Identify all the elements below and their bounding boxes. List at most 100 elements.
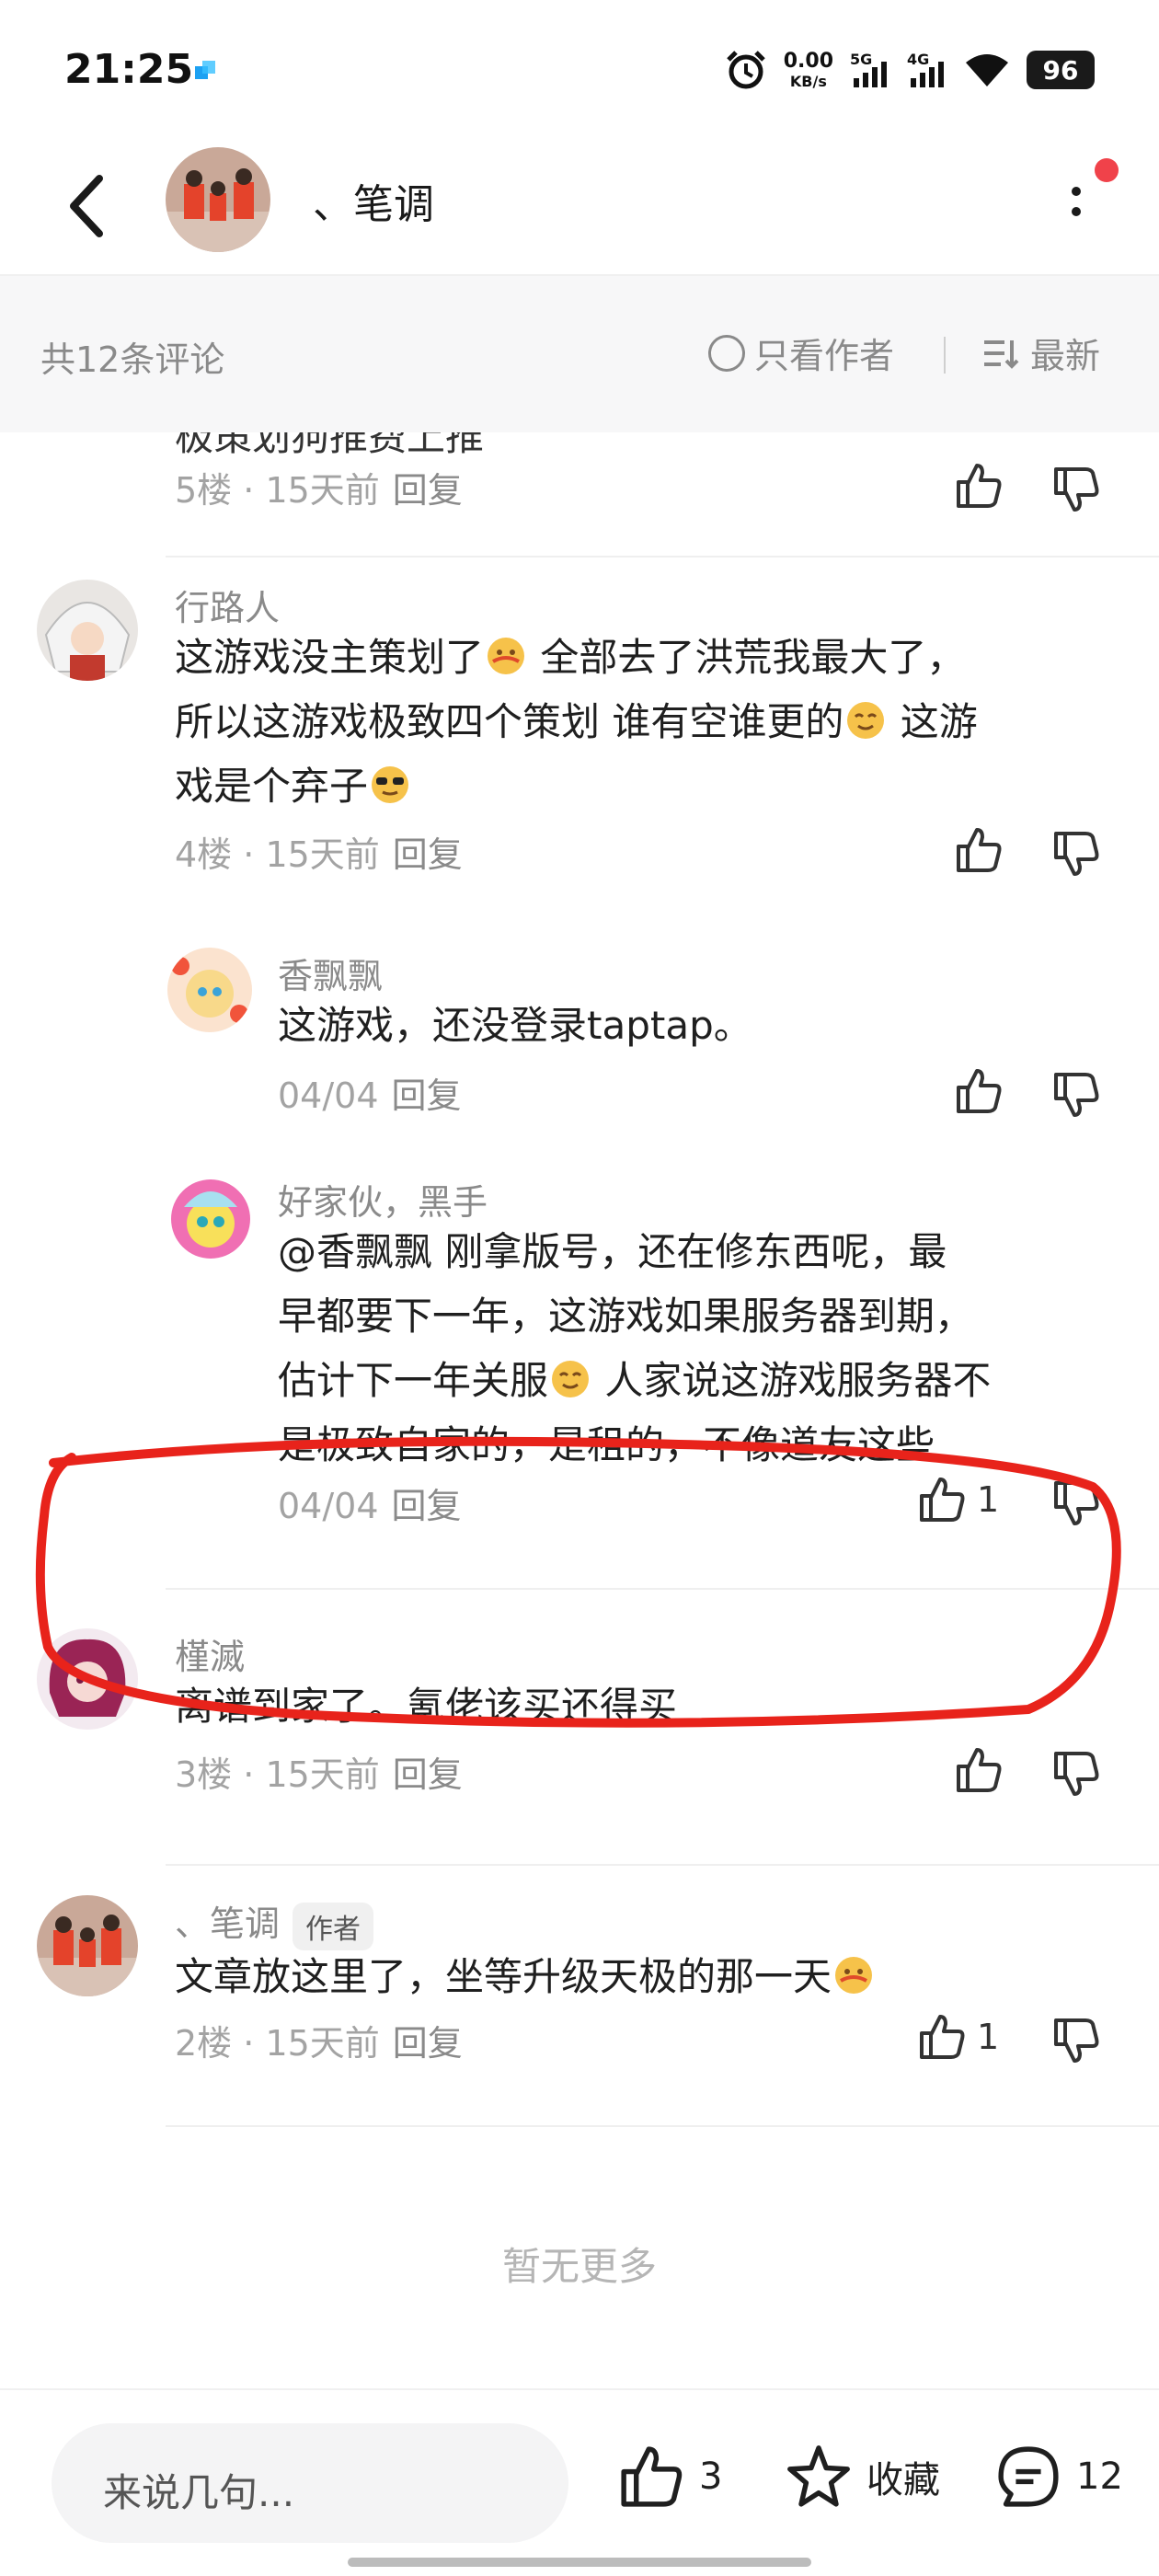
comment-item: 、笔调 作者 文章放这里了，坐等升级天极的那一天 2楼 · 15天前 回复 1 bbox=[0, 1895, 1159, 2107]
divider bbox=[166, 2125, 1159, 2127]
comment-text: 文章放这里了，坐等升级天极的那一天 bbox=[175, 1945, 1113, 2009]
comment-text-part: @香飘飘 刚拿版号，还在修东西呢，最 bbox=[278, 1229, 947, 1274]
comment-text: 这游戏没主策划了 全部去了洪荒我最大了， 所以这游戏极致四个策划 谁有空谁更的 … bbox=[175, 626, 1113, 819]
username[interactable]: 好家伙，黑手 bbox=[278, 1174, 488, 1225]
floor-label: 5楼 bbox=[175, 470, 233, 511]
dislike-icon[interactable] bbox=[1050, 2015, 1102, 2066]
reply-button[interactable]: 回复 bbox=[393, 834, 463, 875]
net-speed-unit: KB/s bbox=[789, 72, 827, 90]
divider bbox=[166, 556, 1159, 558]
like-count: 1 bbox=[977, 2017, 1000, 2057]
emoji-icon bbox=[835, 1957, 873, 1994]
divider bbox=[944, 337, 946, 374]
reply-button[interactable]: 回复 bbox=[393, 2023, 463, 2064]
username[interactable]: 香飘飘 bbox=[278, 948, 383, 998]
favorite-button[interactable]: 收藏 bbox=[784, 2442, 940, 2512]
signal-5g-icon: 5G bbox=[850, 51, 890, 89]
comment-meta: 04/04 回复 bbox=[278, 1067, 462, 1118]
divider bbox=[166, 1864, 1159, 1866]
author-name[interactable]: 、笔调 bbox=[175, 1903, 280, 1944]
user-avatar[interactable] bbox=[171, 1179, 250, 1259]
like-count: 3 bbox=[699, 2455, 723, 2498]
like-icon[interactable] bbox=[953, 1065, 1004, 1117]
status-time: 21:25 bbox=[64, 46, 194, 93]
comment-count: 12 bbox=[1076, 2455, 1123, 2498]
like-button[interactable]: 1 bbox=[916, 2011, 999, 2063]
comment-text-part: 估计下一年关服 bbox=[278, 1358, 549, 1403]
comment-meta: 4楼 · 15天前 回复 bbox=[175, 834, 463, 875]
comment-text-part: 这游戏没主策划了 bbox=[175, 635, 485, 680]
header-avatar[interactable] bbox=[166, 147, 270, 252]
username[interactable]: 行路人 bbox=[175, 580, 280, 630]
like-post-button[interactable]: 3 bbox=[616, 2442, 722, 2512]
favorite-label: 收藏 bbox=[866, 2459, 940, 2501]
floor-label: 4楼 bbox=[175, 834, 233, 875]
sort-label: 最新 bbox=[1030, 336, 1101, 376]
alarm-icon bbox=[726, 51, 765, 89]
like-icon[interactable] bbox=[953, 824, 1004, 876]
comment-text-part: 全部去了洪荒我最大了， bbox=[528, 635, 966, 680]
time-label: 15天前 bbox=[265, 834, 380, 875]
floor-label: 2楼 bbox=[175, 2023, 233, 2064]
time-label: 15天前 bbox=[265, 2023, 380, 2064]
author-only-label: 只看作者 bbox=[754, 336, 895, 376]
time-label: 04/04 bbox=[278, 1075, 379, 1116]
comment-text-part: 早都要下一年，这游戏如果服务器到期， bbox=[278, 1294, 974, 1339]
emoji-icon bbox=[488, 638, 525, 674]
comment-input-placeholder: 来说几句... bbox=[103, 2470, 295, 2515]
net-speed-value: 0.00 bbox=[783, 49, 833, 73]
comment-meta: 5楼 · 15天前 回复 bbox=[175, 470, 463, 511]
comment-text-part: 所以这游戏极致四个策划 谁有空谁更的 bbox=[175, 699, 844, 744]
user-avatar[interactable] bbox=[167, 948, 252, 1032]
comment-summary-bar: 共12条评论 只看作者 最新 bbox=[0, 276, 1159, 432]
notification-dot bbox=[1095, 158, 1119, 182]
wifi-icon bbox=[966, 54, 1008, 86]
bottom-action-bar: 来说几句... 3 收藏 12 bbox=[0, 2388, 1159, 2576]
comment-count: 共12条评论 bbox=[40, 339, 225, 380]
page-title: 、笔调 bbox=[313, 181, 434, 228]
app-notification-icon bbox=[195, 61, 215, 79]
comment-item: 极策划狗推费上推 5楼 · 15天前 回复 bbox=[0, 432, 1159, 561]
status-bar: 21:25 0.00 KB/s 5G 4G 96 bbox=[0, 0, 1159, 138]
red-highlight-annotation bbox=[35, 1436, 1121, 1728]
dislike-icon[interactable] bbox=[1050, 464, 1102, 515]
sort-icon bbox=[984, 339, 1019, 369]
like-icon[interactable] bbox=[953, 1744, 1004, 1796]
comment-input[interactable]: 来说几句... bbox=[52, 2423, 568, 2543]
time-label: 15天前 bbox=[265, 470, 380, 511]
more-options-icon[interactable] bbox=[1058, 175, 1095, 230]
emoji-icon bbox=[847, 702, 885, 739]
reply-button[interactable]: 回复 bbox=[393, 470, 463, 511]
floor-label: 3楼 bbox=[175, 1754, 233, 1795]
sub-reply-item: 香飘飘 这游戏，还没登录taptap。 04/04 回复 bbox=[0, 948, 1159, 1132]
username: 、笔调 作者 bbox=[175, 1895, 374, 1950]
back-icon[interactable] bbox=[61, 169, 116, 243]
reply-button[interactable]: 回复 bbox=[392, 1075, 462, 1116]
author-badge: 作者 bbox=[293, 1902, 374, 1950]
comment-text-part: 文章放这里了，坐等升级天极的那一天 bbox=[175, 1954, 832, 1999]
comment-text-part: 这游 bbox=[888, 699, 978, 744]
comment-text-part: 戏是个弃子 bbox=[175, 764, 369, 809]
dislike-icon[interactable] bbox=[1050, 1069, 1102, 1121]
radio-icon bbox=[708, 334, 745, 372]
dislike-icon[interactable] bbox=[1050, 1748, 1102, 1800]
dislike-icon[interactable] bbox=[1050, 828, 1102, 880]
comment-text-part: 人家说这游戏服务器不 bbox=[592, 1358, 992, 1403]
user-avatar[interactable] bbox=[37, 580, 138, 681]
like-icon bbox=[621, 2446, 683, 2507]
sunglasses-emoji-icon bbox=[372, 766, 409, 803]
comment-meta: 3楼 · 15天前 回复 bbox=[175, 1754, 463, 1795]
network-speed: 0.00 KB/s bbox=[783, 49, 833, 90]
comments-button[interactable]: 12 bbox=[993, 2442, 1123, 2512]
comment-bubble-icon bbox=[998, 2446, 1059, 2507]
status-icons: 0.00 KB/s 5G 4G 96 bbox=[725, 46, 1095, 94]
home-indicator[interactable] bbox=[348, 2558, 811, 2567]
like-icon bbox=[920, 2015, 965, 2059]
reply-button[interactable]: 回复 bbox=[393, 1754, 463, 1795]
author-only-toggle[interactable]: 只看作者 bbox=[708, 328, 894, 378]
like-icon[interactable] bbox=[953, 460, 1004, 512]
user-avatar[interactable] bbox=[37, 1895, 138, 1996]
comment-meta: 2楼 · 15天前 回复 bbox=[175, 2023, 463, 2064]
battery-indicator: 96 bbox=[1027, 51, 1095, 89]
sort-toggle[interactable]: 最新 bbox=[981, 328, 1100, 378]
